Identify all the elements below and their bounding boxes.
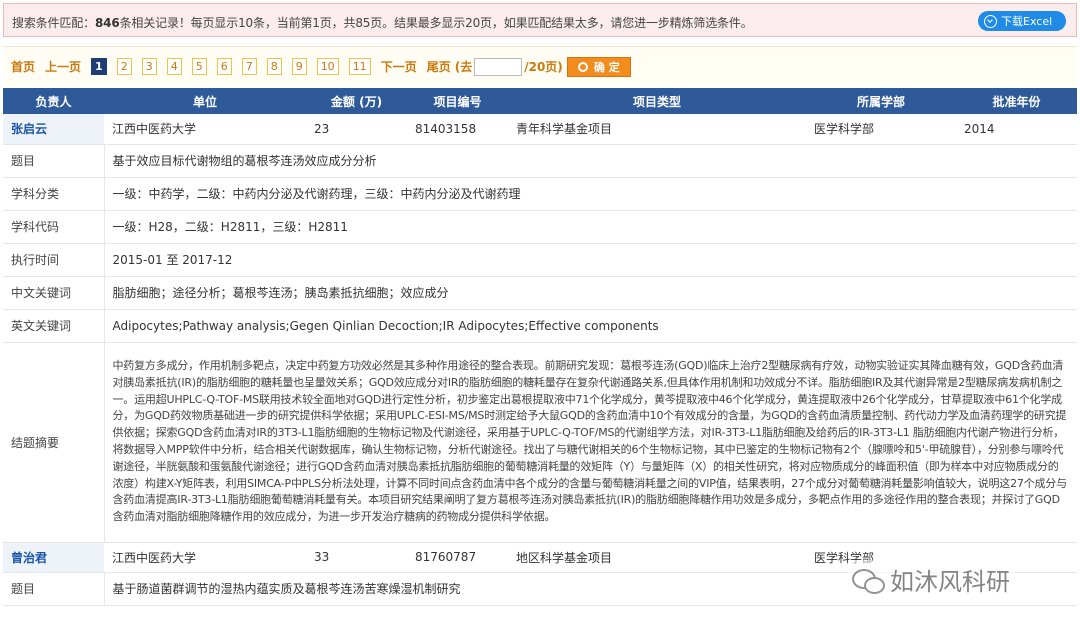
detail-value: 2015-01 至 2017-12 (104, 243, 1077, 277)
page-number-11[interactable]: 11 (348, 58, 371, 75)
page-number-6[interactable]: 6 (216, 58, 232, 75)
detail-value: 一级：中药学，二级：中药内分泌及代谢药理，三级：中药内分泌及代谢药理 (104, 177, 1077, 211)
last-page-link[interactable]: 尾页 (427, 58, 451, 75)
page-number-1[interactable]: 1 (91, 58, 107, 75)
first-page-link[interactable]: 首页 (11, 58, 35, 75)
page-number-3[interactable]: 3 (141, 58, 157, 75)
detail-value: 一级：H28，二级：H2811，三级：H2811 (104, 210, 1077, 244)
table-header-row: 负责人 单位 金额 (万) 项目编号 项目类型 所属学部 批准年份 (3, 88, 1077, 114)
wechat-icon (852, 567, 885, 594)
pagination: 首页 上一页 1 2 3 4 5 6 7 8 9 10 11 下一页 尾页 (去 /20页) 确 定 (3, 46, 1077, 86)
result-count: 846 (94, 16, 120, 30)
code-cell: 81760787 (407, 542, 508, 573)
leader-name-link[interactable]: 张启云 (3, 114, 104, 145)
amount-cell: 33 (306, 542, 407, 573)
detail-label: 中文关键词 (3, 276, 105, 310)
type-cell: 青年科学基金项目 (508, 114, 806, 145)
circle-icon (577, 61, 588, 72)
page-number-list: 1 2 3 4 5 6 7 8 9 10 11 (91, 58, 381, 75)
detail-row-abstract: 结题摘要 中药复方多成分，作用机制多靶点，决定中药复方功效必然是其多种作用途径的… (3, 342, 1077, 543)
detail-label: 学科代码 (3, 210, 105, 244)
col-header-amount: 金额 (万) (306, 88, 407, 114)
result-summary: 搜索条件匹配：846条相关记录！每页显示10条，当前第1页，共85页。结果最多显… (12, 16, 753, 30)
detail-value: 基于效应目标代谢物组的葛根芩连汤效应成分分析 (104, 144, 1077, 178)
unit-cell: 江西中医药大学 (104, 542, 306, 573)
detail-label: 学科分类 (3, 177, 105, 211)
detail-label: 英文关键词 (3, 309, 105, 343)
col-header-dept: 所属学部 (806, 88, 956, 114)
page-number-7[interactable]: 7 (241, 58, 257, 75)
detail-label: 结题摘要 (3, 342, 105, 543)
col-header-leader: 负责人 (3, 88, 104, 114)
detail-label: 执行时间 (3, 243, 105, 277)
page-number-2[interactable]: 2 (116, 58, 132, 75)
type-cell: 地区科学基金项目 (508, 542, 806, 573)
detail-label: 题目 (3, 572, 105, 606)
table-row: 张启云 江西中医药大学 23 81403158 青年科学基金项目 医学科学部 2… (3, 114, 1077, 145)
leader-name-link[interactable]: 曾治君 (3, 542, 104, 573)
result-notice: 搜索条件匹配：846条相关记录！每页显示10条，当前第1页，共85页。结果最多显… (3, 3, 1077, 37)
detail-row-en-keywords: 英文关键词 Adipocytes;Pathway analysis;Gegen … (3, 309, 1077, 343)
detail-row-period: 执行时间 2015-01 至 2017-12 (3, 243, 1077, 277)
page-number-4[interactable]: 4 (166, 58, 182, 75)
detail-row-title: 题目 基于效应目标代谢物组的葛根芩连汤效应成分分析 (3, 144, 1077, 178)
goto-prefix: (去 (454, 60, 473, 74)
code-cell: 81403158 (407, 114, 508, 145)
detail-label: 题目 (3, 144, 105, 178)
goto-suffix: /20页) (524, 60, 563, 74)
detail-row-code: 学科代码 一级：H28，二级：H2811，三级：H2811 (3, 210, 1077, 244)
amount-cell: 23 (306, 114, 407, 145)
download-icon (984, 14, 997, 28)
col-header-year: 批准年份 (956, 88, 1077, 114)
col-header-code: 项目编号 (407, 88, 508, 114)
watermark: 如沐风科研 (848, 560, 1014, 599)
page-number-8[interactable]: 8 (266, 58, 282, 75)
confirm-button[interactable]: 确 定 (566, 56, 631, 77)
col-header-unit: 单位 (104, 88, 306, 114)
year-cell: 2014 (956, 114, 1077, 145)
page-number-10[interactable]: 10 (316, 58, 339, 75)
results-table: 负责人 单位 金额 (万) 项目编号 项目类型 所属学部 批准年份 张启云 江西… (3, 88, 1077, 606)
download-excel-button[interactable]: 下载Excel (978, 11, 1066, 31)
detail-row-cn-keywords: 中文关键词 脂肪细胞；途径分析；葛根芩连汤；胰岛素抵抗细胞；效应成分 (3, 276, 1077, 310)
next-page-link[interactable]: 下一页 (381, 58, 417, 75)
detail-row-discipline: 学科分类 一级：中药学，二级：中药内分泌及代谢药理，三级：中药内分泌及代谢药理 (3, 177, 1077, 211)
detail-value: Adipocytes;Pathway analysis;Gegen Qinlia… (104, 309, 1077, 343)
page-number-5[interactable]: 5 (191, 58, 207, 75)
prev-page-link[interactable]: 上一页 (45, 58, 81, 75)
col-header-type: 项目类型 (508, 88, 806, 114)
goto-page-input[interactable] (474, 57, 523, 76)
detail-value: 脂肪细胞；途径分析；葛根芩连汤；胰岛素抵抗细胞；效应成分 (104, 276, 1077, 310)
page-number-9[interactable]: 9 (291, 58, 307, 75)
abstract-text: 中药复方多成分，作用机制多靶点，决定中药复方功效必然是其多种作用途径的整合表现。… (104, 342, 1077, 543)
dept-cell: 医学科学部 (806, 114, 956, 145)
unit-cell: 江西中医药大学 (104, 114, 306, 145)
